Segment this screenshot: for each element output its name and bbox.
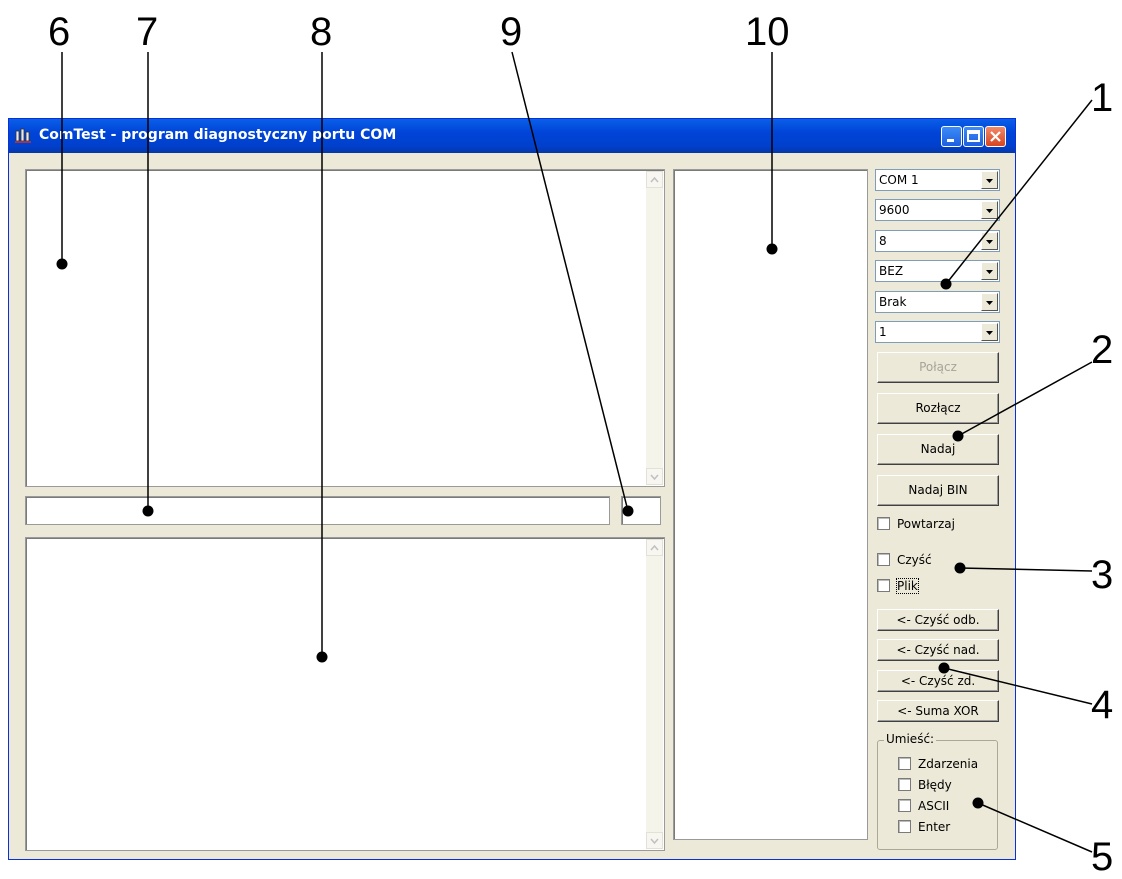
scroll-up-arrow[interactable] — [646, 171, 663, 188]
checkbox-box[interactable] — [877, 579, 890, 592]
chevron-up-icon — [650, 544, 659, 551]
maximize-icon — [967, 130, 980, 142]
checkbox-box[interactable] — [898, 778, 911, 791]
callout-number-5: 5 — [1091, 835, 1114, 879]
baud-value: 9600 — [879, 203, 910, 217]
send-bin-button[interactable]: Nadaj BIN — [877, 475, 999, 506]
receive-textarea[interactable] — [25, 169, 665, 487]
errors-checkbox[interactable]: Błędy — [898, 778, 952, 792]
disconnect-button[interactable]: Rozłącz — [877, 393, 999, 424]
comtest-window: ComTest - program diagnostyczny portu CO… — [8, 118, 1016, 860]
flow-control-select[interactable]: Brak — [875, 291, 1000, 313]
events-label: Zdarzenia — [918, 757, 979, 771]
callout-number-7: 7 — [136, 10, 159, 54]
send-input[interactable] — [25, 496, 610, 525]
dropdown-arrow-button[interactable] — [981, 262, 998, 280]
receive-scrollbar[interactable] — [646, 171, 663, 485]
connect-button[interactable]: Połącz — [877, 352, 999, 383]
checkbox-box[interactable] — [898, 820, 911, 833]
dropdown-arrow-button[interactable] — [981, 201, 998, 219]
enter-checkbox[interactable]: Enter — [898, 820, 950, 834]
scroll-up-arrow[interactable] — [646, 539, 663, 556]
place-group-label: Umieść: — [884, 732, 937, 746]
parity-select[interactable]: BEZ — [875, 260, 1000, 282]
port-value: COM 1 — [879, 173, 919, 187]
clear-received-button[interactable]: <- Czyść odb. — [877, 609, 999, 631]
triangle-down-icon — [986, 301, 993, 305]
triangle-down-icon — [986, 331, 993, 335]
maximize-button[interactable] — [963, 126, 984, 147]
title-bar[interactable]: ComTest - program diagnostyczny portu CO… — [9, 119, 1015, 153]
repeat-checkbox[interactable]: Powtarzaj — [877, 517, 955, 531]
checkbox-box[interactable] — [898, 799, 911, 812]
minimize-button[interactable] — [941, 126, 962, 147]
scroll-down-arrow[interactable] — [646, 468, 663, 485]
send-button[interactable]: Nadaj — [877, 434, 999, 465]
place-groupbox: Umieść: Zdarzenia Błędy ASCII Enter — [877, 732, 998, 850]
dropdown-arrow-button[interactable] — [981, 171, 998, 189]
clear-checkbox[interactable]: Czyść — [877, 553, 932, 567]
port-select[interactable]: COM 1 — [875, 169, 1000, 191]
callout-number-1: 1 — [1091, 76, 1114, 120]
callout-number-4: 4 — [1091, 683, 1114, 727]
close-button[interactable] — [985, 126, 1006, 147]
clear-label: Czyść — [897, 553, 932, 567]
stop-bits-select[interactable]: 1 — [875, 321, 1000, 343]
serial-port-app-icon — [15, 128, 31, 143]
chevron-down-icon — [650, 474, 659, 481]
window-title: ComTest - program diagnostyczny portu CO… — [39, 127, 397, 143]
repeat-label: Powtarzaj — [897, 517, 955, 531]
checkbox-box[interactable] — [877, 517, 890, 530]
dropdown-arrow-button[interactable] — [981, 293, 998, 311]
baud-select[interactable]: 9600 — [875, 199, 1000, 221]
xor-sum-button[interactable]: <- Suma XOR — [877, 700, 999, 722]
scroll-down-arrow[interactable] — [646, 832, 663, 849]
file-checkbox[interactable]: Plik — [877, 578, 919, 594]
parity-value: BEZ — [879, 264, 904, 278]
data-bits-select[interactable]: 8 — [875, 230, 1000, 252]
triangle-down-icon — [986, 270, 993, 274]
minimize-icon — [947, 139, 954, 142]
data-bits-value: 8 — [879, 234, 887, 248]
callout-number-9: 9 — [500, 10, 523, 54]
data-list-panel[interactable] — [673, 169, 868, 840]
close-icon — [990, 131, 1001, 142]
flow-value: Brak — [879, 295, 907, 309]
ascii-label: ASCII — [918, 799, 950, 813]
callout-number-3: 3 — [1091, 553, 1114, 597]
triangle-down-icon — [986, 240, 993, 244]
clear-events-button[interactable]: <- Czyść zd. — [877, 670, 999, 692]
chevron-down-icon — [650, 838, 659, 845]
dropdown-arrow-button[interactable] — [981, 323, 998, 341]
checkbox-box[interactable] — [898, 757, 911, 770]
triangle-down-icon — [986, 209, 993, 213]
events-scrollbar[interactable] — [646, 539, 663, 849]
clear-sent-button[interactable]: <- Czyść nad. — [877, 639, 999, 661]
ascii-checkbox[interactable]: ASCII — [898, 799, 949, 813]
file-label: Plik — [896, 578, 919, 594]
callout-number-6: 6 — [48, 10, 71, 54]
events-checkbox[interactable]: Zdarzenia — [898, 757, 978, 771]
events-textarea[interactable] — [25, 537, 665, 851]
byte-count-field[interactable] — [621, 496, 661, 525]
dropdown-arrow-button[interactable] — [981, 232, 998, 250]
enter-label: Enter — [918, 820, 951, 834]
checkbox-box[interactable] — [877, 553, 890, 566]
callout-number-10: 10 — [745, 10, 790, 54]
callout-number-2: 2 — [1091, 328, 1114, 372]
triangle-down-icon — [986, 179, 993, 183]
chevron-up-icon — [650, 176, 659, 183]
stop-bits-value: 1 — [879, 325, 887, 339]
callout-number-8: 8 — [310, 10, 333, 54]
errors-label: Błędy — [918, 778, 952, 792]
